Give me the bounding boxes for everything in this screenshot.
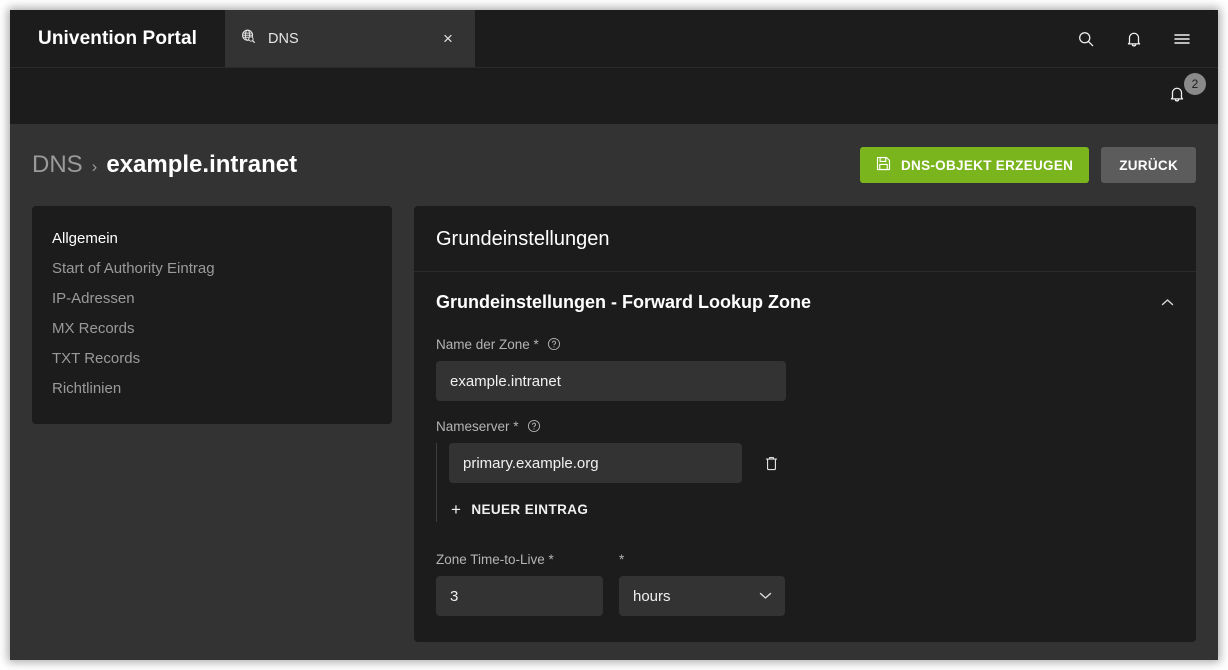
- titlebar-action-icons: [1066, 10, 1218, 67]
- field-zone-name: Name der Zone *: [436, 335, 1174, 401]
- page-header: DNS › example.intranet DNS-OBJEKT ERZEUG…: [10, 124, 1218, 206]
- field-label-row: Name der Zone *: [436, 335, 1174, 353]
- tab-label: DNS: [268, 30, 299, 47]
- sidebar-item-richtlinien[interactable]: Richtlinien: [32, 374, 392, 404]
- settings-sidebar: Allgemein Start of Authority Eintrag IP-…: [32, 206, 392, 424]
- back-button[interactable]: ZURÜCK: [1101, 147, 1196, 183]
- zone-name-label: Name der Zone *: [436, 336, 539, 352]
- plus-icon: +: [451, 500, 462, 519]
- question-circle-icon[interactable]: [527, 419, 541, 433]
- save-floppy-icon: [876, 156, 891, 174]
- app-window: Univention Portal DNS × 2 DNS › example.…: [10, 10, 1218, 660]
- chevron-right-icon: ›: [91, 157, 98, 176]
- nameserver-label: Nameserver *: [436, 418, 519, 434]
- field-label-row: Nameserver *: [436, 417, 1174, 435]
- nameserver-input[interactable]: [449, 443, 742, 483]
- list-item: [449, 443, 1174, 483]
- window-titlebar: Univention Portal DNS ×: [10, 10, 1218, 67]
- hamburger-menu-icon[interactable]: [1162, 19, 1202, 59]
- sidebar-item-mx-records[interactable]: MX Records: [32, 314, 392, 344]
- breadcrumb: DNS › example.intranet: [32, 151, 860, 179]
- bell-icon: [1168, 85, 1186, 108]
- notification-count-badge: 2: [1184, 73, 1206, 95]
- ttl-unit-select-wrapper: hours: [619, 576, 785, 616]
- ttl-label: Zone Time-to-Live *: [436, 551, 554, 567]
- ttl-value-input[interactable]: [436, 576, 603, 616]
- sidebar-item-start-of-authority[interactable]: Start of Authority Eintrag: [32, 254, 392, 284]
- sidebar-item-allgemein[interactable]: Allgemein: [32, 224, 392, 254]
- section-header-forward-lookup-zone[interactable]: Grundeinstellungen - Forward Lookup Zone: [414, 272, 1196, 329]
- page-title: example.intranet: [106, 151, 298, 178]
- search-icon[interactable]: [1066, 19, 1106, 59]
- browser-tab-dns[interactable]: DNS ×: [225, 10, 475, 67]
- create-dns-object-label: DNS-OBJEKT ERZEUGEN: [900, 157, 1074, 173]
- breadcrumb-parent-dns[interactable]: DNS: [32, 151, 83, 179]
- ttl-value-column: Zone Time-to-Live *: [436, 550, 603, 616]
- settings-panel: Grundeinstellungen Grundeinstellungen - …: [414, 206, 1196, 642]
- add-nameserver-entry-label: NEUER EINTRAG: [471, 502, 589, 517]
- app-brand-title: Univention Portal: [38, 27, 197, 49]
- add-nameserver-entry-button[interactable]: + NEUER EINTRAG: [449, 497, 590, 522]
- chevron-up-icon[interactable]: [1161, 296, 1174, 309]
- page-action-buttons: DNS-OBJEKT ERZEUGEN ZURÜCK: [859, 147, 1196, 183]
- field-zone-ttl: Zone Time-to-Live * * hours: [436, 550, 1174, 616]
- question-circle-icon[interactable]: [547, 337, 561, 351]
- sidebar-item-ip-adressen[interactable]: IP-Adressen: [32, 284, 392, 314]
- section-body: Name der Zone * Name: [414, 329, 1196, 642]
- notification-bar: 2: [10, 67, 1218, 124]
- ttl-unit-selected-value: hours: [633, 587, 671, 605]
- ttl-label-row: Zone Time-to-Live *: [436, 550, 603, 568]
- globe-search-icon: [241, 29, 256, 48]
- section-title: Grundeinstellungen - Forward Lookup Zone: [436, 292, 811, 312]
- sidebar-item-txt-records[interactable]: TXT Records: [32, 344, 392, 374]
- trash-icon[interactable]: [758, 450, 784, 476]
- ttl-unit-select[interactable]: hours: [619, 576, 785, 616]
- notification-bell-button[interactable]: 2: [1160, 73, 1206, 113]
- zone-name-input[interactable]: [436, 361, 786, 401]
- ttl-unit-label-row: *: [619, 550, 785, 568]
- close-icon[interactable]: ×: [439, 30, 457, 47]
- nameserver-entry-list: + NEUER EINTRAG: [436, 443, 1174, 522]
- ttl-unit-column: * hours: [619, 550, 785, 616]
- field-nameserver: Nameserver * primary.example.org + NEUER…: [436, 417, 1174, 522]
- create-dns-object-button[interactable]: DNS-OBJEKT ERZEUGEN: [859, 147, 1090, 183]
- content-area: Allgemein Start of Authority Eintrag IP-…: [10, 206, 1218, 642]
- ttl-unit-label: *: [619, 551, 625, 567]
- bell-icon[interactable]: [1114, 19, 1154, 59]
- titlebar-spacer: [475, 10, 1066, 67]
- panel-title: Grundeinstellungen: [414, 206, 1196, 272]
